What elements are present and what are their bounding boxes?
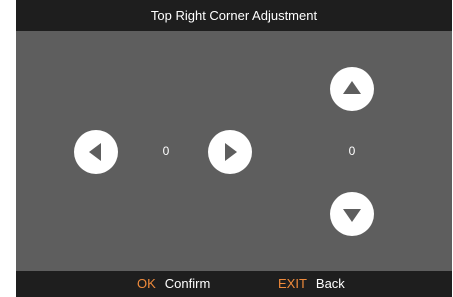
confirm-label: Confirm (164, 276, 211, 291)
vertical-value: 0 (348, 144, 356, 158)
triangle-up-icon (343, 81, 361, 94)
triangle-down-icon (343, 209, 361, 222)
screen-title: Top Right Corner Adjustment (150, 8, 318, 23)
exit-key-label: EXIT (278, 276, 307, 291)
horizontal-value: 0 (162, 144, 170, 158)
ok-key-label: OK (137, 276, 156, 291)
back-label: Back (315, 276, 345, 291)
move-up-button[interactable] (330, 67, 374, 111)
back-hint[interactable]: EXIT Back (278, 271, 345, 297)
confirm-hint[interactable]: OK Confirm (137, 271, 210, 297)
move-right-button[interactable] (208, 130, 252, 174)
move-down-button[interactable] (330, 192, 374, 236)
move-left-button[interactable] (74, 130, 118, 174)
triangle-left-icon (89, 143, 101, 161)
footer-bar: OK Confirm EXIT Back (16, 271, 452, 297)
triangle-right-icon (225, 143, 237, 161)
adjustment-screen: Top Right Corner Adjustment 0 0 OK Confir… (16, 0, 452, 297)
title-bar: Top Right Corner Adjustment (16, 0, 452, 31)
